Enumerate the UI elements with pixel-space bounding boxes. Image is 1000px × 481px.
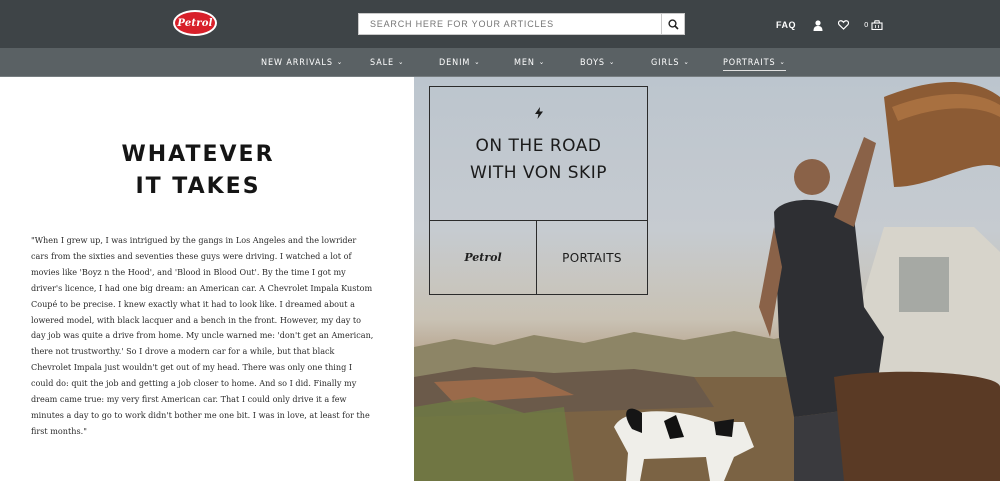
search-icon — [667, 18, 679, 30]
search-bar — [358, 13, 685, 35]
chevron-down-icon: ⌄ — [608, 57, 616, 66]
chevron-down-icon: ⌄ — [538, 57, 546, 66]
brand-tile[interactable]: Petrol — [430, 221, 537, 294]
wishlist-button[interactable] — [838, 20, 850, 30]
cart-button[interactable]: 0 — [864, 20, 884, 30]
chevron-down-icon: ⌄ — [474, 57, 481, 66]
header: Petrol FAQ 0 — [0, 0, 1000, 48]
nav-item-label: GIRLS — [651, 58, 680, 68]
story-title: ON THE ROAD WITH VON SKIP — [439, 133, 639, 187]
lightning-icon — [534, 107, 543, 119]
nav-item-new-arrivals[interactable]: NEW ARRIVALS ⌄ — [261, 58, 343, 68]
category-tile[interactable]: PORTAITS — [537, 221, 647, 294]
category-label: PORTAITS — [562, 250, 622, 265]
nav-item-girls[interactable]: GIRLS ⌄ — [651, 58, 690, 68]
account-button[interactable] — [813, 19, 823, 31]
nav-item-label: SALE — [370, 58, 395, 68]
nav-item-denim[interactable]: DENIM ⌄ — [439, 58, 480, 68]
header-actions: FAQ 0 — [776, 17, 884, 33]
story-title-line-1: ON THE ROAD — [475, 136, 602, 156]
brand-logo[interactable]: Petrol — [173, 10, 217, 36]
search-button[interactable] — [661, 14, 684, 34]
heart-icon — [838, 20, 850, 30]
headline-line-1: WHATEVER — [121, 142, 275, 167]
story-title-line-2: WITH VON SKIP — [470, 163, 607, 183]
chevron-down-icon: ⌄ — [398, 57, 405, 66]
brand-logo-text: Petrol — [177, 17, 213, 29]
headline-line-2: IT TAKES — [135, 174, 261, 199]
chevron-down-icon: ⌄ — [683, 57, 690, 66]
cart-count: 0 — [864, 21, 869, 29]
nav-item-sale[interactable]: SALE ⌄ — [370, 58, 404, 68]
cart-icon — [871, 20, 884, 30]
user-icon — [813, 19, 823, 31]
nav-item-men[interactable]: MEN ⌄ — [514, 58, 545, 68]
nav-item-label: MEN — [514, 58, 535, 68]
main-nav: NEW ARRIVALS ⌄ SALE ⌄ DENIM ⌄ MEN ⌄ BOYS… — [0, 48, 1000, 77]
nav-item-boys[interactable]: BOYS ⌄ — [580, 58, 615, 68]
chevron-down-icon: ⌄ — [779, 57, 786, 66]
search-input[interactable] — [359, 14, 662, 34]
nav-item-label: BOYS — [580, 58, 605, 68]
nav-item-portraits[interactable]: PORTRAITS ⌄ — [723, 58, 786, 71]
nav-item-label: NEW ARRIVALS — [261, 58, 333, 68]
nav-item-label: PORTRAITS — [723, 58, 776, 68]
article-quote: "When I grew up, I was intrigued by the … — [31, 235, 374, 436]
faq-link[interactable]: FAQ — [776, 20, 796, 30]
brand-tile-logo: Petrol — [464, 251, 502, 264]
story-tiles[interactable]: ON THE ROAD WITH VON SKIP Petrol PORTAIT… — [429, 86, 648, 295]
article-panel: WHATEVER IT TAKES "When I grew up, I was… — [0, 77, 414, 481]
nav-item-label: DENIM — [439, 58, 471, 68]
chevron-down-icon: ⌄ — [336, 57, 344, 66]
article-headline: WHATEVER IT TAKES — [0, 139, 396, 203]
hero-image: ON THE ROAD WITH VON SKIP Petrol PORTAIT… — [414, 77, 1000, 481]
story-title-tile[interactable]: ON THE ROAD WITH VON SKIP — [430, 87, 647, 221]
